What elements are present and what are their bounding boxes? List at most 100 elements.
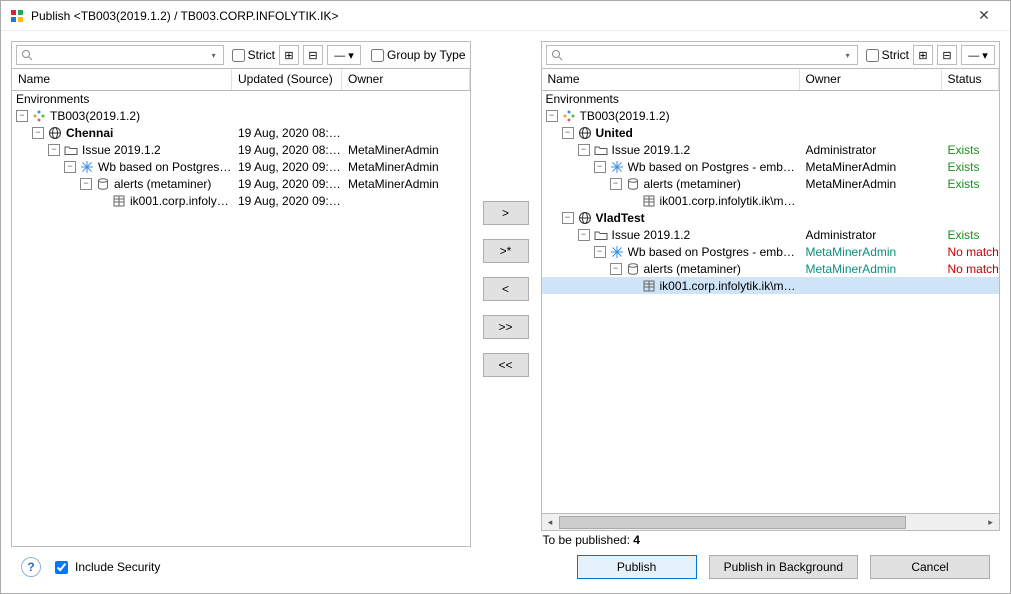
tree-row[interactable]: −Issue 2019.1.2AdministratorExists	[542, 226, 1000, 243]
publish-dialog: Publish <TB003(2019.1.2) / TB003.CORP.IN…	[0, 0, 1011, 594]
db-icon	[625, 261, 641, 277]
target-strict-toggle[interactable]: Strict	[866, 48, 909, 62]
tree-label: United	[596, 126, 633, 140]
search-history-dropdown-icon[interactable]: ▾	[209, 51, 219, 60]
tree-row[interactable]: − United	[542, 124, 1000, 141]
move-left-button[interactable]: <	[483, 277, 529, 301]
tree-label: ik001.corp.infolytik.i...	[130, 194, 232, 208]
table-icon	[641, 193, 657, 209]
move-all-right-button[interactable]: >>	[483, 315, 529, 339]
move-right-button[interactable]: >	[483, 201, 529, 225]
tree-twisty-icon[interactable]: −	[610, 178, 622, 190]
cancel-button[interactable]: Cancel	[870, 555, 990, 579]
tree-twisty-icon[interactable]: −	[546, 110, 558, 122]
tree-row[interactable]: −Wb based on Postgres - e...19 Aug, 2020…	[12, 158, 470, 175]
tree-twisty-icon[interactable]: −	[562, 127, 574, 139]
search-icon	[551, 49, 563, 61]
folder-icon	[593, 227, 609, 243]
to-be-published-status: To be published: 4	[541, 531, 1001, 547]
scroll-right-icon[interactable]: ▸	[982, 515, 999, 530]
search-history-dropdown-icon[interactable]: ▾	[843, 51, 853, 60]
tree-row[interactable]: −Wb based on Postgres - embeddedMetaMine…	[542, 158, 1000, 175]
footer: ? Include Security Publish Publish in Ba…	[11, 547, 1000, 587]
col-status[interactable]: Status	[942, 69, 1000, 90]
collapse-all-button[interactable]: ⊟	[303, 45, 323, 65]
tree-twisty-icon[interactable]: −	[32, 127, 44, 139]
tree-twisty-icon[interactable]: −	[48, 144, 60, 156]
tree-row[interactable]: −Chennai19 Aug, 2020 08:28	[12, 124, 470, 141]
group-by-type-toggle[interactable]: Group by Type	[371, 48, 466, 62]
col-name[interactable]: Name	[542, 69, 800, 90]
col-name[interactable]: Name	[12, 69, 232, 90]
tree-row[interactable]: −VladTest	[542, 209, 1000, 226]
dots-icon	[561, 108, 577, 124]
expand-all-button[interactable]: ⊞	[279, 45, 299, 65]
close-button[interactable]: ✕	[966, 7, 1002, 24]
tree-twisty-icon[interactable]: −	[64, 161, 76, 173]
scroll-left-icon[interactable]: ◂	[542, 515, 559, 530]
folder-icon	[593, 142, 609, 158]
publish-button[interactable]: Publish	[577, 555, 697, 579]
tree-twisty-icon[interactable]: −	[610, 263, 622, 275]
publish-background-button[interactable]: Publish in Background	[709, 555, 858, 579]
table-icon	[641, 278, 657, 294]
include-security-toggle[interactable]: Include Security	[51, 558, 160, 577]
source-header: Name Updated (Source) Owner	[11, 69, 471, 91]
tree-twisty-icon[interactable]: −	[562, 212, 574, 224]
tree-label: Wb based on Postgres - embedded	[628, 245, 800, 259]
collapse-all-button[interactable]: ⊟	[937, 45, 957, 65]
target-tree[interactable]: Environments−TB003(2019.1.2)−United−Issu…	[541, 91, 1001, 514]
globe-icon	[577, 210, 593, 226]
snow-icon	[609, 244, 625, 260]
tree-row[interactable]: −alerts (metaminer)19 Aug, 2020 09:21Met…	[12, 175, 470, 192]
horizontal-scrollbar[interactable]: ◂ ▸	[541, 514, 1001, 531]
source-search-input[interactable]	[35, 47, 209, 63]
tree-row[interactable]: −alerts (metaminer)MetaMinerAdminExists	[542, 175, 1000, 192]
move-all-left-button[interactable]: <<	[483, 353, 529, 377]
tree-twisty-icon[interactable]: −	[594, 246, 606, 258]
tree-twisty-icon[interactable]: −	[16, 110, 28, 122]
help-button[interactable]: ?	[21, 557, 41, 577]
db-icon	[95, 176, 111, 192]
globe-icon	[577, 125, 593, 141]
tree-twisty-icon[interactable]: −	[80, 178, 92, 190]
folder-icon	[63, 142, 79, 158]
tree-row[interactable]: ik001.corp.infolytik.i...19 Aug, 2020 09…	[12, 192, 470, 209]
source-panel: ▾ Strict ⊞ ⊟ — ▾ Group by Type Name Upda…	[11, 41, 471, 547]
tree-row[interactable]: −Issue 2019.1.2AdministratorExists	[542, 141, 1000, 158]
tree-twisty-icon[interactable]: −	[578, 144, 590, 156]
tree-label: ik001.corp.infolytik.ik\met...	[660, 194, 800, 208]
tree-label: TB003(2019.1.2)	[50, 109, 140, 123]
target-search-input[interactable]	[565, 47, 843, 63]
tree-group: Environments	[12, 91, 470, 107]
tree-label: Wb based on Postgres - e...	[98, 160, 232, 174]
dots-icon	[31, 108, 47, 124]
tree-row[interactable]: −alerts (metaminer)MetaMinerAdminNo matc…	[542, 260, 1000, 277]
expand-all-button[interactable]: ⊞	[913, 45, 933, 65]
col-updated[interactable]: Updated (Source)	[232, 69, 342, 90]
source-tree[interactable]: Environments−TB003(2019.1.2)−Chennai19 A…	[11, 91, 471, 547]
filter-dropdown[interactable]: — ▾	[327, 45, 361, 65]
col-owner[interactable]: Owner	[342, 69, 470, 90]
tree-row[interactable]: −TB003(2019.1.2)	[542, 107, 1000, 124]
target-toolbar: ▾ Strict ⊞ ⊟ — ▾	[541, 41, 1001, 69]
tree-row[interactable]: −Issue 2019.1.219 Aug, 2020 08:31MetaMin…	[12, 141, 470, 158]
tree-label: alerts (metaminer)	[644, 262, 741, 276]
source-strict-toggle[interactable]: Strict	[232, 48, 275, 62]
tree-twisty-icon[interactable]: −	[578, 229, 590, 241]
transfer-buttons: > >* < >> <<	[479, 41, 533, 547]
titlebar: Publish <TB003(2019.1.2) / TB003.CORP.IN…	[1, 1, 1010, 31]
target-search[interactable]: ▾	[546, 45, 858, 65]
filter-dropdown[interactable]: — ▾	[961, 45, 995, 65]
tree-row[interactable]: −Wb based on Postgres - embeddedMetaMine…	[542, 243, 1000, 260]
tree-row[interactable]: ik001.corp.infolytik.ik\met...	[542, 192, 1000, 209]
source-search[interactable]: ▾	[16, 45, 224, 65]
col-owner[interactable]: Owner	[800, 69, 942, 90]
tree-row[interactable]: ik001.corp.infolytik.ik\met...	[542, 277, 1000, 294]
target-header: Name Owner Status	[541, 69, 1001, 91]
tree-row[interactable]: − TB003(2019.1.2)	[12, 107, 470, 124]
tree-label: alerts (metaminer)	[114, 177, 211, 191]
move-right-star-button[interactable]: >*	[483, 239, 529, 263]
table-icon	[111, 193, 127, 209]
tree-twisty-icon[interactable]: −	[594, 161, 606, 173]
